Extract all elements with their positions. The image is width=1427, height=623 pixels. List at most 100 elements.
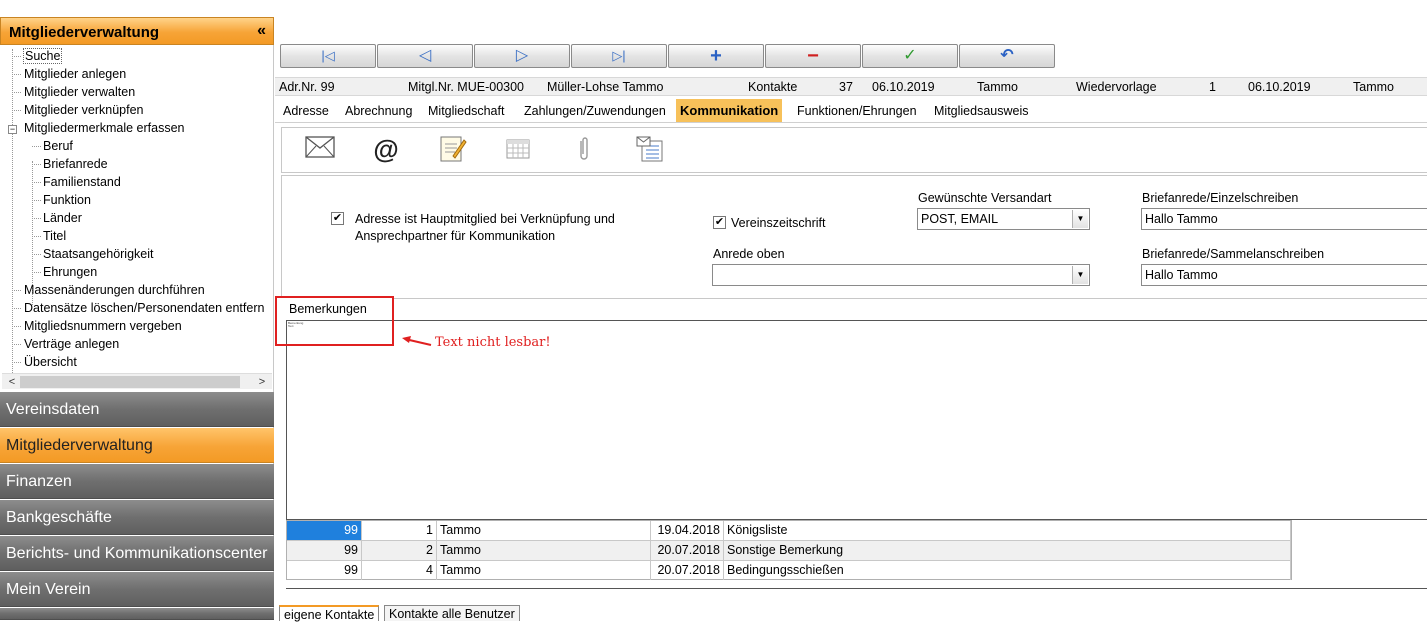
- scroll-left-icon[interactable]: <: [4, 374, 20, 390]
- tree-item-massenaenderungen[interactable]: Massenänderungen durchführen: [12, 281, 205, 299]
- tree-item-label: Massenänderungen durchführen: [24, 283, 205, 297]
- serial-letter-button[interactable]: [632, 134, 668, 168]
- nav-section-vereinsdaten[interactable]: Vereinsdaten: [0, 392, 274, 427]
- tree-item-uebersicht[interactable]: Übersicht: [12, 353, 77, 371]
- tree-item-titel[interactable]: Titel: [32, 227, 66, 245]
- tree-item-familienstand[interactable]: Familienstand: [32, 173, 121, 191]
- address-number: Adr.Nr. 99: [279, 80, 335, 94]
- tree-connector: [32, 182, 41, 183]
- main-content: |◁ ◁ ▷ ▷| + − ✓ ↶ Adr.Nr. 99 Mitgl.Nr. M…: [275, 17, 1427, 622]
- tree-connector: [32, 254, 41, 255]
- next-record-button[interactable]: ▷: [474, 44, 570, 68]
- cell-text: Sonstige Bemerkung: [724, 541, 1291, 560]
- tree-connector: [32, 272, 41, 273]
- nav-section-berichtscenter[interactable]: Berichts- und Kommunikationscenter: [0, 536, 274, 571]
- tab-zahlungen[interactable]: Zahlungen/Zuwendungen: [520, 99, 670, 123]
- cell-user: Tammo: [437, 521, 651, 540]
- cell-date: 20.07.2018: [651, 561, 724, 580]
- tree-item-laender[interactable]: Länder: [32, 209, 82, 227]
- tab-mitgliedschaft[interactable]: Mitgliedschaft: [424, 99, 509, 123]
- collapse-sidebar-icon[interactable]: «: [257, 22, 266, 40]
- tab-kommunikation[interactable]: Kommunikation: [676, 99, 783, 123]
- vereinszeitschrift-checkbox[interactable]: ✔: [713, 216, 726, 229]
- cell-user: Tammo: [437, 561, 651, 580]
- first-icon: |◁: [321, 48, 335, 63]
- einzelschreiben-input[interactable]: Hallo Tammo: [1141, 208, 1427, 230]
- tree-item-label: Übersicht: [24, 355, 77, 369]
- tree-item-label: Staatsangehörigkeit: [43, 247, 154, 261]
- calendar-button[interactable]: [500, 134, 536, 168]
- tree-connector: [32, 200, 41, 201]
- cell-text: Königsliste: [724, 521, 1291, 540]
- last-record-button[interactable]: ▷|: [571, 44, 667, 68]
- followup-count: 1: [1209, 80, 1216, 94]
- chevron-down-icon[interactable]: ▼: [1072, 266, 1088, 284]
- table-row[interactable]: 99 2 Tammo 20.07.2018 Sonstige Bemerkung: [287, 541, 1291, 561]
- tree-item-mitgliedsnummern[interactable]: Mitgliedsnummern vergeben: [12, 317, 182, 335]
- send-email-button[interactable]: @: [368, 134, 404, 168]
- followup-date: 06.10.2019: [1248, 80, 1311, 94]
- add-record-button[interactable]: +: [668, 44, 764, 68]
- scroll-right-icon[interactable]: >: [254, 374, 270, 390]
- prev-icon: ◁: [418, 47, 432, 64]
- grid-bottom-border: [286, 588, 1427, 589]
- send-letter-button[interactable]: [302, 134, 338, 168]
- tree-item-briefanrede[interactable]: Briefanrede: [32, 155, 108, 173]
- table-row[interactable]: 99 1 Tammo 19.04.2018 Königsliste: [287, 521, 1291, 541]
- nav-section-mein-verein[interactable]: Mein Verein: [0, 572, 274, 607]
- note-icon: [440, 136, 467, 162]
- tree-item-staatsangehoerigkeit[interactable]: Staatsangehörigkeit: [32, 245, 154, 263]
- tree-item-mitgliedermerkmale[interactable]: Mitgliedermerkmale erfassen: [12, 119, 184, 137]
- scrollbar-thumb[interactable]: [20, 376, 240, 388]
- communication-icon-bar: @: [281, 127, 1427, 173]
- tab-mitgliedsausweis[interactable]: Mitgliedsausweis: [930, 99, 1033, 123]
- tree-item-vertraege[interactable]: Verträge anlegen: [12, 335, 119, 353]
- prev-record-button[interactable]: ◁: [377, 44, 473, 68]
- remarks-grid: 99 1 Tammo 19.04.2018 Königsliste 99 2 T…: [286, 520, 1292, 580]
- tree-item-label: Mitgliedermerkmale erfassen: [24, 121, 185, 135]
- plus-icon: +: [710, 45, 722, 67]
- tree-item-datensaetze-loeschen[interactable]: Datensätze löschen/Personendaten entfern: [12, 299, 264, 317]
- hauptmitglied-label-line2: Ansprechpartner für Kommunikation: [355, 229, 556, 243]
- hauptmitglied-checkbox[interactable]: ✔: [331, 212, 344, 225]
- paperclip-icon: [580, 137, 588, 160]
- tree-item-suche[interactable]: Suche: [12, 47, 63, 65]
- tree-item-beruf[interactable]: Beruf: [32, 137, 73, 155]
- undo-button[interactable]: ↶: [959, 44, 1055, 68]
- tree-item-mitglieder-verwalten[interactable]: Mitglieder verwalten: [12, 83, 135, 101]
- tree-item-mitglieder-anlegen[interactable]: Mitglieder anlegen: [12, 65, 126, 83]
- tree-horizontal-scrollbar[interactable]: < >: [2, 373, 272, 389]
- save-record-button[interactable]: ✓: [862, 44, 958, 68]
- chevron-down-icon[interactable]: ▼: [1072, 210, 1088, 228]
- tab-funktionen[interactable]: Funktionen/Ehrungen: [793, 99, 921, 123]
- cell-text: Bedingungsschießen: [724, 561, 1291, 580]
- tree-item-funktion[interactable]: Funktion: [32, 191, 91, 209]
- table-row[interactable]: 99 4 Tammo 20.07.2018 Bedingungsschießen: [287, 561, 1291, 581]
- contacts-date: 06.10.2019: [872, 80, 935, 94]
- add-note-button[interactable]: [434, 134, 470, 168]
- versandart-label: Gewünschte Versandart: [918, 191, 1052, 205]
- next-icon: ▷: [515, 47, 529, 64]
- followup-user: Tammo: [1353, 80, 1394, 94]
- first-record-button[interactable]: |◁: [280, 44, 376, 68]
- versandart-select[interactable]: POST, EMAIL ▼: [917, 208, 1090, 230]
- nav-section-more[interactable]: [0, 608, 274, 620]
- cell-nr: 4: [362, 561, 437, 580]
- nav-section-finanzen[interactable]: Finanzen: [0, 464, 274, 499]
- tree-connector: [12, 326, 21, 327]
- anrede-oben-select[interactable]: ▼: [712, 264, 1090, 286]
- tree-collapse-toggle[interactable]: −: [8, 125, 17, 134]
- tree-connector: [32, 218, 41, 219]
- sammelanschreiben-input[interactable]: Hallo Tammo: [1141, 264, 1427, 286]
- tab-abrechnung[interactable]: Abrechnung: [341, 99, 417, 123]
- delete-record-button[interactable]: −: [765, 44, 861, 68]
- tree-item-label: Titel: [43, 229, 67, 243]
- attachment-button[interactable]: [566, 134, 602, 168]
- envelope-icon: [305, 136, 335, 158]
- nav-section-mitgliederverwaltung[interactable]: Mitgliederverwaltung: [0, 428, 274, 463]
- nav-section-bankgeschaefte[interactable]: Bankgeschäfte: [0, 500, 274, 535]
- tree-item-ehrungen[interactable]: Ehrungen: [32, 263, 97, 281]
- remarks-textarea[interactable]: Bemerkung Text: [286, 320, 1427, 520]
- tab-adresse[interactable]: Adresse: [279, 99, 333, 123]
- tree-item-mitglieder-verknuepfen[interactable]: Mitglieder verknüpfen: [12, 101, 144, 119]
